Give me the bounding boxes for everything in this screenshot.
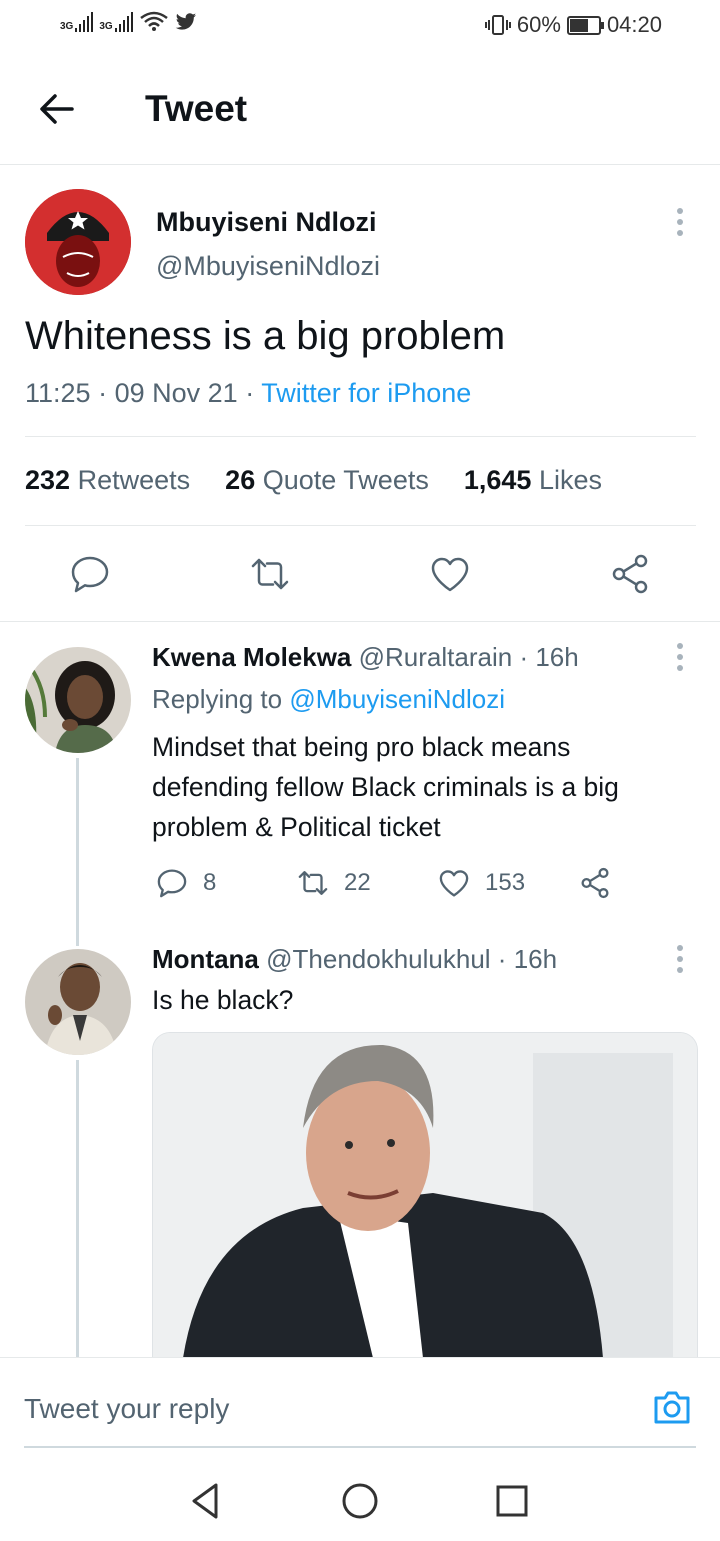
status-bar-right: 60% 04:20	[484, 12, 662, 38]
thread-line	[76, 1060, 79, 1357]
arrow-left-icon	[40, 94, 74, 124]
retweet-icon	[298, 871, 328, 895]
reply-text: Is he black?	[152, 985, 294, 1015]
likes-stat[interactable]: 1,645 Likes	[464, 465, 602, 495]
more-icon	[677, 945, 683, 951]
retweet-count: 22	[344, 869, 371, 896]
reply-header: Kwena Molekwa @Ruraltarain · 16h	[152, 642, 579, 672]
replying-to: Replying to @MbuyiseniNdlozi	[152, 684, 506, 714]
square-recents-icon	[496, 1485, 528, 1517]
photo	[153, 1033, 697, 1358]
replying-to-link[interactable]: @MbuyiseniNdlozi	[289, 684, 505, 714]
circle-home-icon	[342, 1483, 378, 1519]
tweet-source-link[interactable]: Twitter for iPhone	[261, 378, 471, 408]
nav-home-button[interactable]	[338, 1479, 382, 1523]
status-bar: 3G 3G 60% 04:20	[0, 0, 720, 56]
triangle-back-icon	[192, 1483, 218, 1519]
reply-author-handle[interactable]: @Ruraltarain	[359, 642, 513, 672]
top-app-bar: Tweet	[0, 56, 720, 165]
heart-icon	[439, 870, 469, 897]
heart-icon	[431, 557, 469, 592]
share-icon	[581, 867, 609, 899]
tweet-stats: 232 Retweets 26 Quote Tweets 1,645 Likes	[25, 465, 602, 496]
author-handle[interactable]: @MbuyiseniNdlozi	[156, 251, 380, 282]
author-name[interactable]: Mbuyiseni Ndlozi	[156, 207, 377, 238]
tweet-date: 09 Nov 21	[114, 378, 238, 408]
more-options-button[interactable]	[665, 202, 695, 242]
reply-retweet-button[interactable]: 22	[296, 866, 371, 900]
more-icon	[677, 208, 683, 214]
battery-percent: 60%	[516, 12, 561, 37]
share-icon	[612, 554, 648, 594]
reply-icon	[157, 869, 187, 898]
vibrate-icon	[484, 15, 511, 35]
signal-bars-icon	[114, 12, 133, 32]
camera-icon	[654, 1391, 690, 1424]
author-avatar[interactable]	[25, 189, 131, 295]
share-button[interactable]	[608, 552, 652, 596]
divider	[25, 525, 696, 526]
battery-level	[569, 18, 588, 32]
divider	[25, 436, 696, 437]
reply-like-button[interactable]: 153	[437, 866, 525, 900]
battery-icon	[566, 15, 604, 35]
nav-back-button[interactable]	[184, 1479, 228, 1523]
reply-header: Montana @Thendokhulukhul · 16h	[152, 944, 558, 974]
composer-underline	[24, 1446, 696, 1448]
reply-button[interactable]	[68, 552, 112, 596]
more-options-button[interactable]	[665, 637, 695, 677]
more-options-button[interactable]	[665, 939, 695, 979]
signal-indicator-2: 3G	[99, 12, 133, 32]
reply-avatar[interactable]	[25, 647, 131, 753]
tweet-meta: 11:25 · 09 Nov 21 · Twitter for iPhone	[25, 378, 472, 408]
reply-age: 16h	[535, 642, 579, 672]
tweet-time: 11:25	[25, 378, 91, 408]
quote-tweets-stat[interactable]: 26 Quote Tweets	[225, 465, 429, 495]
back-button[interactable]	[34, 86, 80, 132]
reply-author-name[interactable]: Montana	[152, 944, 259, 974]
status-bar-left: 3G 3G	[60, 10, 197, 32]
avatar-image	[25, 189, 131, 295]
reply-input[interactable]: Tweet your reply	[24, 1393, 229, 1425]
like-count: 153	[485, 869, 526, 896]
avatar-image	[25, 647, 131, 753]
reply-share-button[interactable]	[578, 866, 612, 900]
reply-avatar[interactable]	[25, 949, 131, 1055]
like-button[interactable]	[428, 552, 472, 596]
reply-author-name[interactable]: Kwena Molekwa	[152, 642, 351, 672]
avatar-image	[25, 949, 131, 1055]
camera-button[interactable]	[650, 1386, 694, 1430]
more-icon	[677, 643, 683, 649]
reply-reply-button[interactable]: 8	[155, 866, 216, 900]
clock: 04:20	[606, 12, 662, 37]
reply-count: 8	[203, 869, 217, 896]
page-title: Tweet	[145, 88, 248, 129]
reply-icon	[71, 556, 109, 593]
tweet-text: Whiteness is a big problem	[25, 314, 506, 358]
reply-author-handle[interactable]: @Thendokhulukhul	[266, 944, 490, 974]
retweet-button[interactable]	[248, 552, 292, 596]
retweets-stat[interactable]: 232 Retweets	[25, 465, 190, 495]
reply-composer: Tweet your reply	[0, 1357, 720, 1450]
reply-age: 16h	[513, 944, 558, 974]
thread-line	[76, 758, 79, 946]
signal-indicator-1: 3G	[60, 12, 94, 32]
retweet-icon	[251, 558, 289, 590]
reply-media-image[interactable]	[152, 1032, 698, 1358]
wifi-icon	[139, 11, 168, 31]
system-navigation-bar	[0, 1449, 720, 1541]
section-divider	[0, 621, 720, 622]
twitter-bird-icon	[175, 13, 196, 30]
nav-recents-button[interactable]	[490, 1479, 534, 1523]
signal-bars-icon	[75, 12, 94, 32]
reply-text: Mindset that being pro black means defen…	[152, 732, 619, 842]
